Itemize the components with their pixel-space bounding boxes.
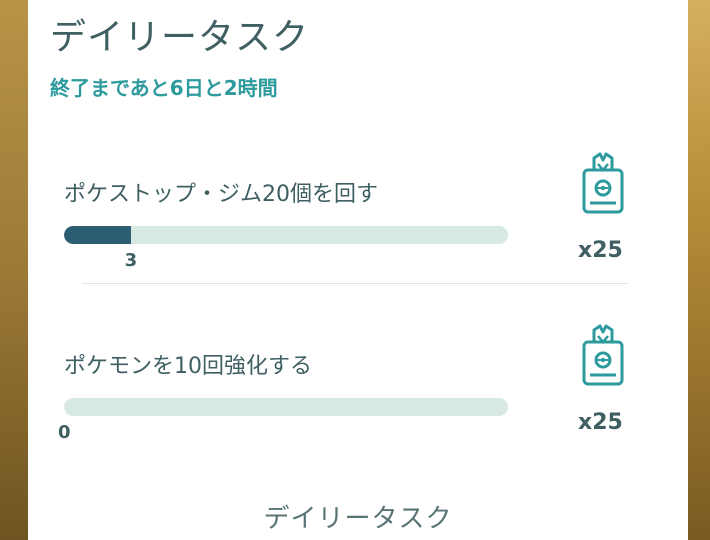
task-label: ポケストップ・ジム20個を回す: [64, 182, 378, 207]
task-item[interactable]: ポケストップ・ジム20個を回す 3 x25: [64, 152, 654, 296]
reward-quantity: x25: [578, 238, 623, 263]
progress-bar: [64, 226, 508, 244]
pass-icon: [582, 324, 624, 386]
task-label: ポケモンを10回強化する: [64, 354, 312, 379]
pass-icon: [582, 152, 624, 214]
daily-task-panel: デイリータスク 終了まであと6日と2時間 ポケストップ・ジム20個を回す 3 x…: [28, 0, 688, 540]
progress-fill: [64, 226, 131, 244]
divider: [82, 283, 628, 284]
reward-quantity: x25: [578, 410, 623, 435]
footer-tab-label[interactable]: デイリータスク: [28, 498, 688, 535]
progress-count: 0: [58, 422, 71, 443]
progress-count: 3: [124, 250, 138, 271]
left-gold-border: [0, 0, 30, 540]
progress-bar: [64, 398, 508, 416]
task-item[interactable]: ポケモンを10回強化する 0 x25: [58, 324, 654, 468]
right-gold-border: [688, 0, 710, 540]
page-title: デイリータスク: [50, 17, 310, 58]
time-remaining: 終了まであと6日と2時間: [50, 76, 278, 100]
